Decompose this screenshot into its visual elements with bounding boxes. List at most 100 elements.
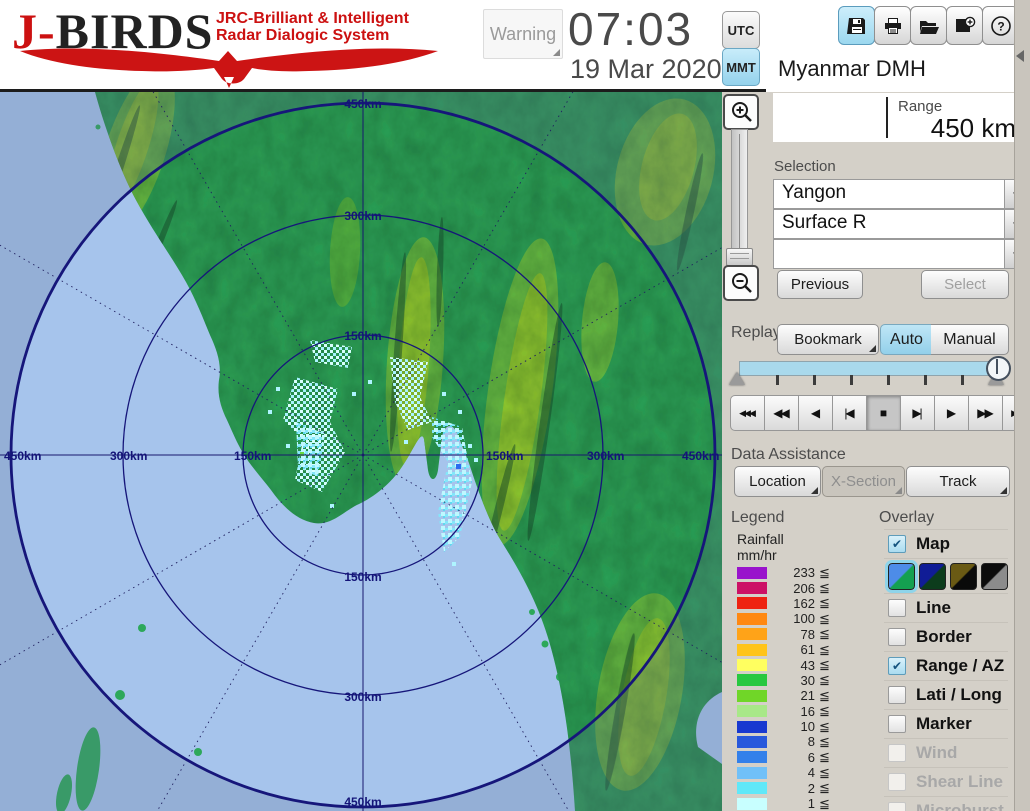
- legend-color-swatch: [737, 735, 767, 748]
- svg-text:300km: 300km: [110, 449, 147, 463]
- magnifier-plus-icon: [732, 102, 752, 122]
- slider-tick: [924, 375, 927, 385]
- overlay-item-microburst[interactable]: Microburst: [884, 797, 1008, 811]
- stop-button[interactable]: ■: [867, 395, 901, 431]
- overlay-item-map[interactable]: ✔ Map: [884, 530, 1008, 559]
- legend-lte-symbol: ≦: [819, 687, 830, 703]
- unchecked-checkbox[interactable]: [888, 715, 906, 733]
- legend-lte-symbol: ≦: [819, 764, 830, 780]
- legend-row: 162 ≦: [731, 595, 861, 611]
- legend-color-swatch: [737, 643, 767, 656]
- legend-lte-symbol: ≦: [819, 703, 830, 719]
- play-button[interactable]: ▶: [935, 395, 969, 431]
- panel-collapse-strip[interactable]: [1014, 0, 1030, 811]
- unchecked-checkbox[interactable]: [888, 773, 906, 791]
- legend-row: 206 ≦: [731, 580, 861, 596]
- track-button[interactable]: Track: [906, 466, 1010, 497]
- extra-dropdown[interactable]: ▼: [773, 239, 1027, 269]
- overlay-item-marker[interactable]: Marker: [884, 710, 1008, 739]
- overlay-item-range-az[interactable]: ✔ Range / AZ: [884, 652, 1008, 681]
- legend-lte-symbol: ≦: [819, 626, 830, 642]
- unchecked-checkbox[interactable]: [888, 599, 906, 617]
- legend-lte-symbol: ≦: [819, 657, 830, 673]
- zoom-in-button[interactable]: [723, 94, 759, 130]
- legend-color-swatch: [737, 720, 767, 733]
- select-button[interactable]: Select: [921, 270, 1009, 299]
- overlay-item-wind[interactable]: Wind: [884, 739, 1008, 768]
- zoom-slider-track[interactable]: [731, 129, 748, 265]
- map-style-olive-black[interactable]: [950, 562, 977, 590]
- legend-lte-symbol: ≦: [819, 734, 830, 749]
- fast-rewind-button[interactable]: ◀◀◀: [730, 395, 765, 431]
- bookmark-button[interactable]: Bookmark: [777, 324, 879, 355]
- unchecked-checkbox[interactable]: [888, 744, 906, 762]
- previous-button[interactable]: Previous: [777, 270, 863, 299]
- map-style-swatches: [884, 559, 1008, 594]
- step-forward-button[interactable]: ▶|: [901, 395, 935, 431]
- mmt-button[interactable]: MMT: [722, 48, 760, 86]
- utc-button[interactable]: UTC: [722, 11, 760, 49]
- legend-scale: 233 ≦ 206 ≦ 162 ≦ 100 ≦ 78 ≦ 61 ≦ 43 ≦ 30 ≦ 21 ≦ 16 ≦ 10 ≦ 8 ≦ 6…: [731, 565, 861, 811]
- add-image-button[interactable]: [946, 6, 983, 45]
- product-dropdown[interactable]: Surface R ▼: [773, 209, 1027, 239]
- unchecked-checkbox[interactable]: [888, 628, 906, 646]
- site-dropdown[interactable]: Yangon ▼: [773, 179, 1027, 209]
- slider-start-marker[interactable]: [729, 372, 745, 385]
- zoom-slider-thumb[interactable]: [726, 248, 753, 266]
- overlay-item-line[interactable]: Line: [884, 594, 1008, 623]
- svg-text:150km: 150km: [234, 449, 271, 463]
- overlay-item-label: Border: [916, 627, 972, 646]
- printer-icon: [884, 17, 901, 34]
- replay-slider-thumb[interactable]: [986, 356, 1011, 381]
- legend-value: 1: [807, 796, 815, 811]
- collapse-arrow-icon[interactable]: [1016, 50, 1024, 62]
- svg-text:300km: 300km: [344, 209, 381, 223]
- help-icon: ?: [990, 15, 1011, 36]
- map-style-black-gray[interactable]: [981, 562, 1008, 590]
- rewind-button[interactable]: ◀◀: [765, 395, 799, 431]
- print-button[interactable]: [874, 6, 911, 45]
- auto-button[interactable]: Auto: [880, 324, 933, 355]
- legend-value: 233: [793, 565, 815, 581]
- legend-lte-symbol: ≦: [819, 610, 830, 626]
- legend-color-swatch: [737, 582, 767, 595]
- svg-text:150km: 150km: [344, 329, 381, 343]
- forward-button[interactable]: ▶▶: [969, 395, 1003, 431]
- warning-button[interactable]: Warning: [483, 9, 563, 59]
- legend-row: 30 ≦: [731, 672, 861, 688]
- map-style-navy-darkgreen[interactable]: [919, 562, 946, 590]
- replay-slider-track[interactable]: [739, 361, 1009, 376]
- unchecked-checkbox[interactable]: [888, 686, 906, 704]
- location-button[interactable]: Location: [734, 466, 821, 497]
- slider-tick: [850, 375, 853, 385]
- step-back-button[interactable]: |◀: [833, 395, 867, 431]
- checked-checkbox[interactable]: ✔: [888, 657, 906, 675]
- radar-map-canvas[interactable]: 450km 300km 150km 150km 300km 450km 450k…: [0, 92, 722, 811]
- x-section-button[interactable]: X-Section: [822, 466, 905, 497]
- legend-row: 10 ≦: [731, 719, 861, 734]
- map-style-blue-green[interactable]: [885, 559, 918, 593]
- legend-color-swatch: [737, 597, 767, 610]
- unchecked-checkbox[interactable]: [888, 802, 906, 811]
- legend-color-swatch: [737, 782, 767, 795]
- overlay-item-lati-long[interactable]: Lati / Long: [884, 681, 1008, 710]
- clock-time: 07:03: [568, 3, 694, 55]
- overlay-item-label: Range / AZ: [916, 656, 1005, 675]
- dropdown-corner-icon: [811, 487, 818, 494]
- open-file-button[interactable]: [910, 6, 947, 45]
- manual-button[interactable]: Manual: [931, 324, 1009, 355]
- save-button[interactable]: [838, 6, 875, 45]
- legend-color-swatch: [737, 751, 767, 764]
- checked-checkbox[interactable]: ✔: [888, 535, 906, 553]
- legend-row: 78 ≦: [731, 626, 861, 642]
- overlay-item-shear-line[interactable]: Shear Line: [884, 768, 1008, 797]
- legend-color-swatch: [737, 689, 767, 702]
- slider-tick: [813, 375, 816, 385]
- zoom-out-button[interactable]: [723, 265, 759, 301]
- overlay-item-border[interactable]: Border: [884, 623, 1008, 652]
- legend-value: 4: [807, 765, 815, 781]
- legend-lte-symbol: ≦: [819, 749, 830, 765]
- play-reverse-button[interactable]: ◀: [799, 395, 833, 431]
- legend-color-swatch: [737, 797, 767, 810]
- floppy-disk-icon: [846, 17, 865, 34]
